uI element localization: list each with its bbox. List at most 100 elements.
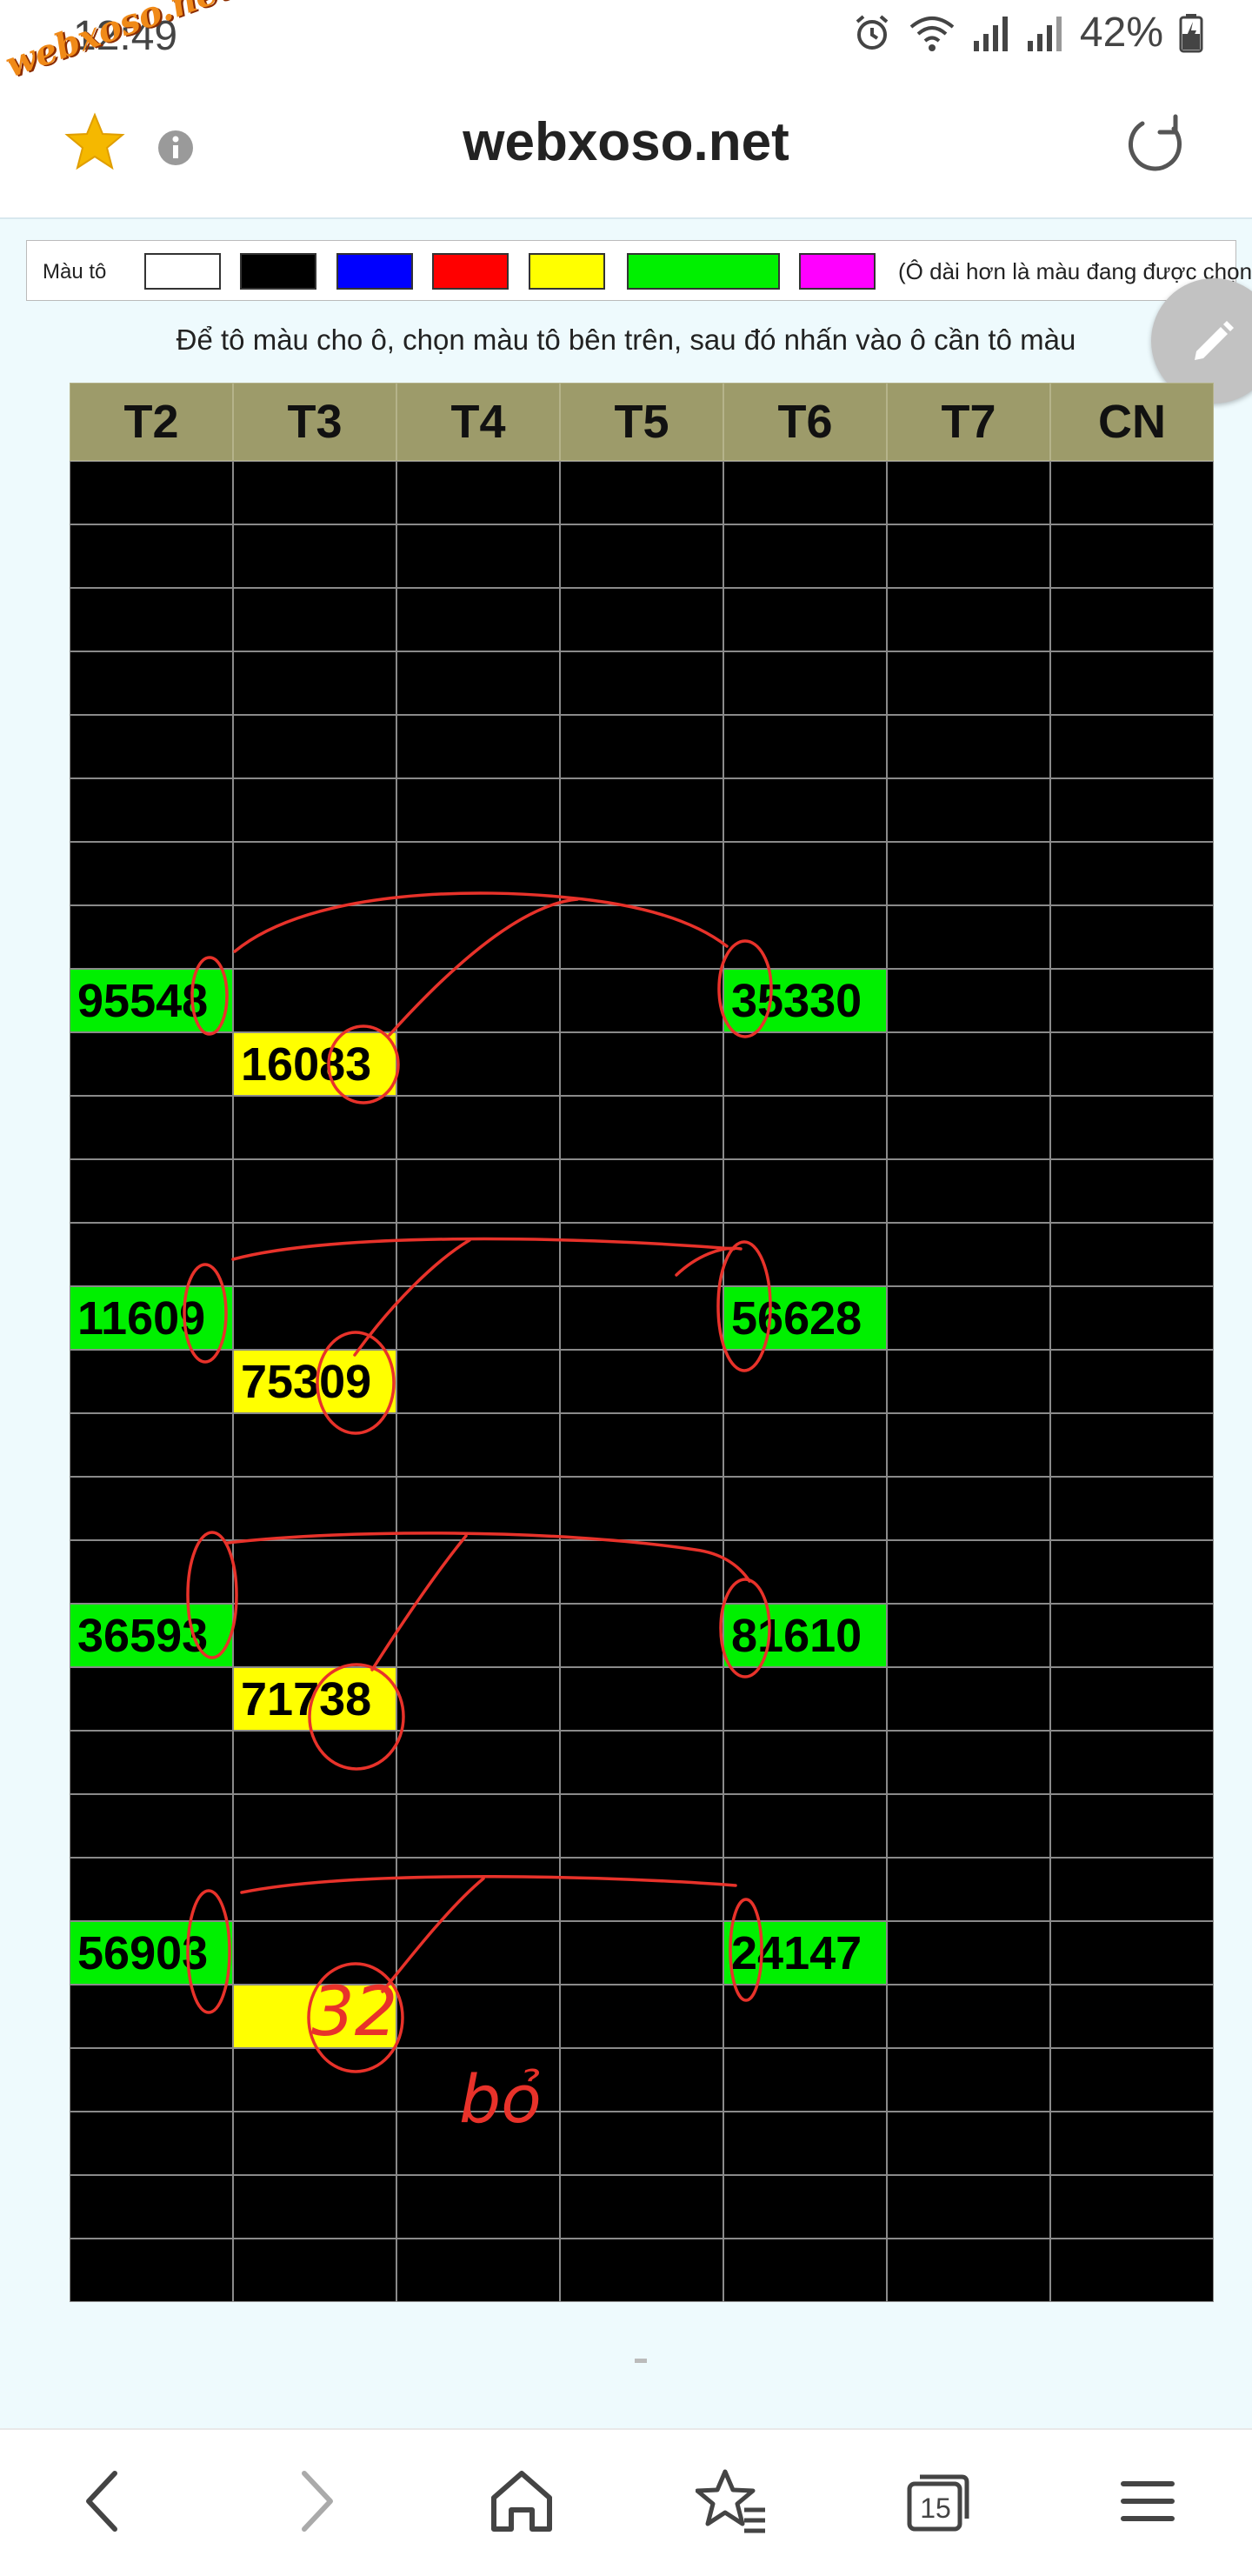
grid-cell[interactable] [233, 588, 396, 651]
grid-cell[interactable] [560, 969, 723, 1032]
grid-cell[interactable] [233, 2239, 396, 2302]
grid-cell[interactable] [396, 1794, 560, 1858]
grid-cell[interactable] [560, 1477, 723, 1540]
grid-cell[interactable] [233, 1985, 396, 2048]
grid-cell[interactable] [233, 969, 396, 1032]
grid-cell[interactable] [396, 905, 560, 969]
bookmarks-icon[interactable] [696, 2466, 769, 2536]
grid-cell[interactable] [396, 524, 560, 588]
grid-cell[interactable] [70, 461, 233, 524]
grid-cell[interactable] [723, 1477, 887, 1540]
grid-cell[interactable] [887, 1223, 1050, 1286]
grid-cell[interactable] [723, 1731, 887, 1794]
grid-cell[interactable] [396, 588, 560, 651]
grid-cell[interactable] [396, 1413, 560, 1477]
grid-cell[interactable] [233, 1477, 396, 1540]
swatch-yellow[interactable] [529, 253, 605, 290]
grid-cell[interactable] [233, 1540, 396, 1604]
grid-cell[interactable] [887, 1413, 1050, 1477]
grid-cell[interactable]: 24147 [723, 1921, 887, 1985]
grid-cell[interactable] [1050, 842, 1214, 905]
grid-cell[interactable] [887, 1096, 1050, 1159]
grid-cell[interactable] [887, 2239, 1050, 2302]
grid-cell[interactable] [1050, 1667, 1214, 1731]
grid-cell[interactable] [723, 1794, 887, 1858]
grid-cell[interactable] [560, 2112, 723, 2175]
grid-cell[interactable] [70, 1667, 233, 1731]
grid-cell[interactable] [70, 1731, 233, 1794]
grid-cell[interactable]: 16083 [233, 1032, 396, 1096]
grid-cell[interactable] [560, 1413, 723, 1477]
grid-cell[interactable] [233, 1286, 396, 1350]
grid-cell[interactable] [723, 1413, 887, 1477]
grid-cell[interactable] [396, 1286, 560, 1350]
grid-cell[interactable] [560, 1921, 723, 1985]
grid-cell[interactable] [396, 1985, 560, 2048]
grid-cell[interactable] [233, 1731, 396, 1794]
grid-cell[interactable] [70, 2239, 233, 2302]
grid-cell[interactable] [396, 1604, 560, 1667]
grid-cell[interactable] [723, 2239, 887, 2302]
grid-cell[interactable] [396, 2175, 560, 2239]
grid-cell[interactable] [233, 461, 396, 524]
grid-cell[interactable] [1050, 905, 1214, 969]
grid-cell[interactable] [70, 524, 233, 588]
grid-cell[interactable] [887, 524, 1050, 588]
grid-cell[interactable] [396, 2048, 560, 2112]
grid-cell[interactable] [70, 1159, 233, 1223]
grid-cell[interactable] [887, 1921, 1050, 1985]
grid-cell[interactable] [887, 778, 1050, 842]
grid-cell[interactable] [396, 1667, 560, 1731]
grid-cell[interactable] [560, 1540, 723, 1604]
grid-cell[interactable] [396, 461, 560, 524]
grid-cell[interactable] [396, 1096, 560, 1159]
grid-cell[interactable] [1050, 1731, 1214, 1794]
grid-cell[interactable] [396, 1731, 560, 1794]
swatch-white[interactable] [144, 253, 221, 290]
grid-cell[interactable] [560, 1350, 723, 1413]
grid-cell[interactable] [1050, 2239, 1214, 2302]
grid-cell[interactable] [887, 1985, 1050, 2048]
grid-cell[interactable] [70, 1096, 233, 1159]
grid-cell[interactable] [233, 1223, 396, 1286]
swatch-magenta[interactable] [799, 253, 876, 290]
grid-cell[interactable] [70, 778, 233, 842]
swatch-blue[interactable] [336, 253, 413, 290]
grid-cell[interactable] [723, 651, 887, 715]
grid-cell[interactable] [560, 778, 723, 842]
grid-cell[interactable] [396, 2112, 560, 2175]
grid-cell[interactable] [1050, 715, 1214, 778]
grid-cell[interactable] [560, 524, 723, 588]
grid-cell[interactable] [233, 715, 396, 778]
grid-cell[interactable]: 11609 [70, 1286, 233, 1350]
grid-cell[interactable] [560, 461, 723, 524]
grid-cell[interactable] [233, 2175, 396, 2239]
grid-cell[interactable] [233, 651, 396, 715]
grid-cell[interactable] [887, 2112, 1050, 2175]
grid-cell[interactable] [233, 2112, 396, 2175]
grid-cell[interactable] [560, 1604, 723, 1667]
grid-cell[interactable] [1050, 524, 1214, 588]
grid-cell[interactable] [1050, 2175, 1214, 2239]
grid-cell[interactable] [560, 905, 723, 969]
grid-cell[interactable] [560, 651, 723, 715]
grid-cell[interactable] [70, 588, 233, 651]
swatch-black[interactable] [240, 253, 316, 290]
grid-cell[interactable] [70, 1477, 233, 1540]
grid-cell[interactable] [887, 1794, 1050, 1858]
grid-cell[interactable]: 81610 [723, 1604, 887, 1667]
grid-cell[interactable]: 95548 [70, 969, 233, 1032]
grid-cell[interactable] [1050, 1477, 1214, 1540]
grid-cell[interactable] [560, 1286, 723, 1350]
grid-cell[interactable] [887, 969, 1050, 1032]
grid-cell[interactable] [70, 905, 233, 969]
grid-cell[interactable] [396, 715, 560, 778]
grid-cell[interactable] [70, 1858, 233, 1921]
grid-cell[interactable] [233, 1604, 396, 1667]
grid-cell[interactable] [887, 1477, 1050, 1540]
grid-cell[interactable]: 56628 [723, 1286, 887, 1350]
grid-cell[interactable] [723, 1985, 887, 2048]
grid-cell[interactable] [233, 1858, 396, 1921]
grid-cell[interactable] [723, 1032, 887, 1096]
grid-cell[interactable]: 71738 [233, 1667, 396, 1731]
